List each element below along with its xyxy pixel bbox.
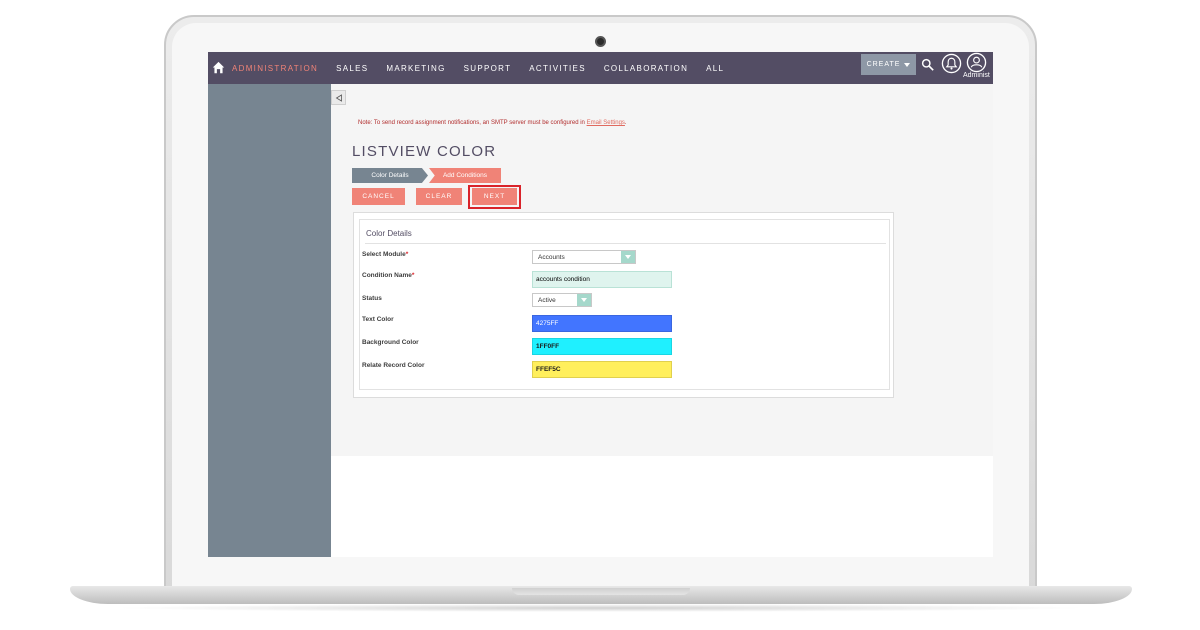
clear-button[interactable]: CLEAR (416, 188, 462, 205)
smtp-note-text: Note: To send record assignment notifica… (358, 120, 587, 126)
laptop-base-notch (512, 588, 690, 595)
select-module-label-text: Select Module (362, 251, 406, 258)
relate-record-color-input[interactable]: FFEF5C (532, 361, 672, 378)
nav-menu: ADMINISTRATION SALES MARKETING SUPPORT A… (232, 52, 742, 84)
nav-item-marketing[interactable]: MARKETING (386, 64, 445, 73)
color-details-fieldset: Color Details Select Module* Accounts Co… (359, 219, 890, 390)
app-screen: ADMINISTRATION SALES MARKETING SUPPORT A… (208, 52, 993, 557)
create-button[interactable]: CREATE (861, 54, 916, 75)
select-module-label: Select Module* (362, 251, 408, 258)
email-settings-link[interactable]: Email Settings (587, 120, 625, 126)
page-title: LISTVIEW COLOR (352, 143, 497, 160)
condition-name-label: Condition Name* (362, 272, 414, 279)
nav-item-collaboration[interactable]: COLLABORATION (604, 64, 688, 73)
panel-title: Color Details (366, 229, 412, 238)
text-color-input[interactable]: 4275FF (532, 315, 672, 332)
status-label: Status (362, 295, 382, 302)
select-module-dropdown[interactable]: Accounts (532, 250, 636, 264)
wizard-step-color-details[interactable]: Color Details (352, 168, 428, 183)
nav-item-sales[interactable]: SALES (336, 64, 368, 73)
user-name-label[interactable]: Administ (963, 72, 990, 79)
background-color-input[interactable]: 1FF0FF (532, 338, 672, 355)
panel-divider (365, 243, 886, 244)
camera-icon (595, 36, 606, 47)
condition-name-input[interactable]: accounts condition (532, 271, 672, 288)
sidebar (208, 84, 331, 557)
smtp-note: Note: To send record assignment notifica… (358, 120, 627, 126)
next-button-highlight (468, 185, 521, 209)
condition-name-label-text: Condition Name (362, 272, 412, 279)
text-color-label: Text Color (362, 316, 394, 323)
notification-bell-icon[interactable] (941, 53, 962, 74)
chevron-down-icon (577, 294, 591, 306)
chevron-down-icon (904, 62, 911, 67)
status-dropdown[interactable]: Active (532, 293, 592, 307)
select-module-value: Accounts (538, 253, 565, 261)
nav-item-activities[interactable]: ACTIVITIES (529, 64, 586, 73)
nav-item-support[interactable]: SUPPORT (464, 64, 512, 73)
relate-record-color-label: Relate Record Color (362, 362, 425, 369)
status-value: Active (538, 296, 556, 304)
chevron-left-icon (335, 93, 342, 102)
chevron-down-icon (621, 251, 635, 263)
required-mark: * (405, 251, 409, 258)
collapse-sidebar-button[interactable] (331, 90, 346, 105)
home-icon[interactable] (212, 61, 225, 74)
wizard-step-add-conditions[interactable]: Add Conditions (429, 168, 501, 183)
nav-item-administration[interactable]: ADMINISTRATION (232, 64, 318, 73)
search-icon[interactable] (921, 58, 934, 71)
required-mark: * (411, 272, 415, 279)
nav-item-all[interactable]: ALL (706, 64, 724, 73)
main-content: Note: To send record assignment notifica… (331, 84, 993, 456)
color-details-panel: Color Details Select Module* Accounts Co… (353, 212, 894, 398)
user-avatar-icon[interactable] (966, 52, 987, 73)
smtp-note-end: . (624, 120, 627, 126)
cancel-button[interactable]: CANCEL (352, 188, 405, 205)
background-color-label: Background Color (362, 339, 419, 346)
top-navbar: ADMINISTRATION SALES MARKETING SUPPORT A… (208, 52, 993, 84)
create-button-label: CREATE (866, 61, 901, 68)
laptop-shadow (110, 604, 1090, 612)
